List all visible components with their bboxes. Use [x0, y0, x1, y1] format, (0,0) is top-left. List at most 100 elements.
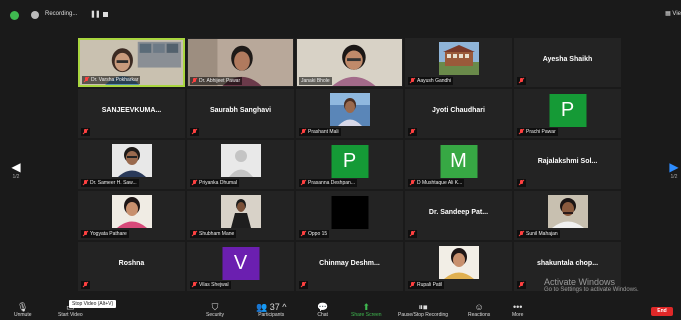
muted-mic-icon — [84, 77, 89, 83]
page-count-right: 1/2 — [670, 174, 678, 180]
pause-recording-icon[interactable]: ❚❚ — [90, 10, 101, 18]
top-bar: Recording... ❚❚ ▦ Vie — [0, 0, 681, 30]
participant-tile[interactable]: Shubham Mane — [187, 191, 294, 240]
participant-name-bar: Oppo 15 — [299, 230, 330, 238]
participant-name: Sunil Mahajan — [526, 231, 558, 237]
participant-tile[interactable]: Aayush Gandhi — [405, 38, 512, 87]
participant-tile[interactable]: Rajalakshmi Sol... — [514, 140, 621, 189]
participant-tile[interactable]: Jyoti Chaudhari — [405, 89, 512, 138]
participant-tile[interactable]: Dr. Sandeep Pat... — [405, 191, 512, 240]
stop-video-tooltip: Stop Video (Alt+V) — [69, 300, 117, 308]
participant-name-bar: Prachi Pawar — [517, 128, 558, 136]
participant-name: Priyanka Dhumal — [199, 180, 238, 186]
participant-tile[interactable]: Chinmay Deshm... — [296, 242, 403, 291]
participant-tile[interactable]: Rupali Patil — [405, 242, 512, 291]
muted-mic-icon — [192, 78, 197, 84]
participant-name-bar: Dr. Abhijeet Pawar — [190, 77, 243, 85]
participant-name-bar: Rupali Patil — [408, 281, 445, 289]
participant-tile[interactable]: Prashant Mali — [296, 89, 403, 138]
participant-name: Prashant Mali — [308, 129, 339, 135]
chevron-up-icon[interactable]: ^ — [282, 302, 286, 312]
reactions-button[interactable]: ☺ Reactions — [468, 302, 490, 318]
participant-tile[interactable]: Dr. Sameer H. Saw... — [78, 140, 185, 189]
pause-stop-icon: ⏸⏹ — [418, 302, 428, 312]
participant-name: Aayush Gandhi — [417, 78, 452, 84]
participant-tile[interactable]: Oppo 15 — [296, 191, 403, 240]
participant-name-bar: Janaki Bhole — [299, 77, 332, 85]
end-meeting-button[interactable]: End — [651, 307, 673, 316]
participant-photo — [329, 93, 370, 126]
recording-indicator-icon — [31, 11, 39, 19]
participant-name: Prachi Pawar — [526, 129, 556, 135]
participant-name: Vilas Shejwal — [199, 282, 229, 288]
participant-display-name: Chinmay Deshm... — [319, 260, 380, 267]
view-button[interactable]: ▦ Vie — [665, 10, 681, 17]
muted-mic-icon — [192, 282, 197, 288]
share-screen-label: Share Screen — [351, 312, 382, 318]
participant-name: Janaki Bhole — [301, 78, 330, 84]
view-label: Vie — [672, 11, 681, 17]
participant-name-bar: Vilas Shejwal — [190, 281, 231, 289]
avatar: P — [549, 94, 586, 127]
security-button[interactable]: ⛉ Security — [206, 302, 224, 318]
muted-mic-icon — [192, 129, 197, 135]
participant-tile[interactable]: Dr. Varsha Pokharkar — [78, 38, 185, 87]
participant-name-bar: Dr. Sameer H. Saw... — [81, 179, 139, 187]
muted-mic-icon — [301, 129, 306, 135]
unmute-button[interactable]: 🎙 Unmute — [14, 302, 32, 318]
participant-tile[interactable]: Janaki Bhole — [296, 38, 403, 87]
muted-mic-icon — [519, 231, 524, 237]
participant-name: Oppo 15 — [308, 231, 328, 237]
chat-label: Chat — [317, 312, 328, 318]
participant-photo — [111, 144, 152, 177]
participant-name-bar: Shubham Mane — [190, 230, 237, 238]
participant-name-bar — [517, 77, 526, 85]
muted-mic-icon — [519, 180, 524, 186]
pause-stop-recording-button[interactable]: ⏸⏹ Pause/Stop Recording — [398, 302, 448, 318]
chat-button[interactable]: 💬 Chat — [317, 302, 328, 318]
participant-display-name: SANJEEVKUMA... — [101, 107, 162, 114]
participant-tile[interactable]: V Vilas Shejwal — [187, 242, 294, 291]
participant-tile[interactable]: SANJEEVKUMA... — [78, 89, 185, 138]
participant-tile[interactable]: Roshna — [78, 242, 185, 291]
muted-mic-icon — [192, 180, 197, 186]
participant-tile[interactable]: P Prasanna Deshpan... — [296, 140, 403, 189]
participant-name-bar — [517, 179, 526, 187]
participant-tile[interactable]: Sunil Mahajan — [514, 191, 621, 240]
muted-mic-icon — [192, 231, 197, 237]
muted-mic-icon — [301, 231, 306, 237]
previous-page-nav[interactable]: ◀ 1/2 — [11, 160, 21, 180]
unmute-label: Unmute — [14, 312, 32, 318]
participant-tile[interactable]: P Prachi Pawar — [514, 89, 621, 138]
muted-mic-icon — [519, 129, 524, 135]
participant-tile[interactable]: Yogyata Pathare — [78, 191, 185, 240]
smiley-icon: ☺ — [474, 302, 484, 312]
participant-name: Yogyata Pathare — [90, 231, 127, 237]
security-shield-icon[interactable] — [10, 11, 19, 20]
muted-mic-icon — [83, 180, 88, 186]
share-screen-button[interactable]: ⬆ Share Screen — [351, 302, 382, 318]
participant-name-bar: Aayush Gandhi — [408, 77, 454, 85]
participants-button[interactable]: 👥 37 ^ Participants — [256, 302, 287, 318]
participant-tile[interactable]: Dr. Abhijeet Pawar — [187, 38, 294, 87]
stop-recording-icon[interactable] — [103, 12, 108, 17]
participant-tile[interactable]: M D Mushtaque Ali K... — [405, 140, 512, 189]
default-avatar-icon — [220, 144, 261, 177]
muted-mic-icon — [410, 129, 415, 135]
chevron-right-icon: ▶ — [669, 160, 679, 174]
muted-mic-icon — [301, 282, 306, 288]
participant-name-bar: Prasanna Deshpan... — [299, 179, 357, 187]
participant-name-bar — [517, 281, 526, 289]
next-page-nav[interactable]: ▶ 1/2 — [669, 160, 679, 180]
participant-name-bar — [299, 281, 308, 289]
more-button[interactable]: ••• More — [512, 302, 523, 318]
avatar: M — [440, 145, 477, 178]
participant-name-bar: Prashant Mali — [299, 128, 341, 136]
start-video-label: Start Video — [58, 312, 83, 318]
participant-tile[interactable]: Saurabh Sanghavi — [187, 89, 294, 138]
participant-tile[interactable]: Ayesha Shaikh — [514, 38, 621, 87]
participant-tile[interactable]: Priyanka Dhumal — [187, 140, 294, 189]
participant-photo — [438, 42, 479, 75]
avatar: V — [222, 247, 259, 280]
activate-windows-watermark: Activate Windows Go to Settings to activ… — [544, 277, 639, 293]
